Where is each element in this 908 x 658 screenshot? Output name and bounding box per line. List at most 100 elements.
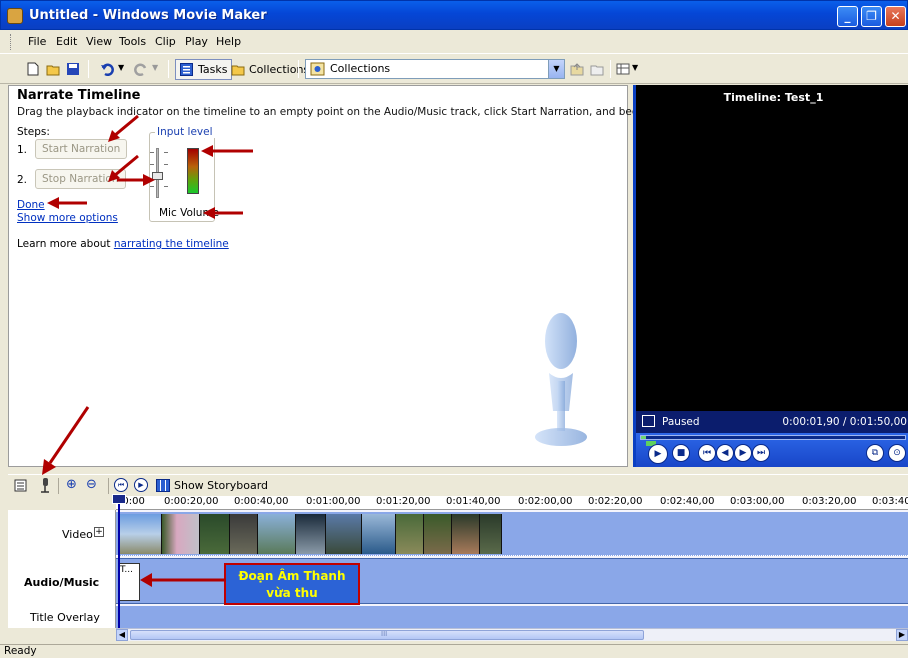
movie-maker-icon	[7, 8, 23, 24]
menu-file[interactable]: File	[28, 35, 46, 48]
set-audio-levels-icon[interactable]	[14, 479, 27, 492]
new-folder-icon[interactable]	[590, 62, 604, 76]
audio-track-label: Audio/Music	[24, 576, 100, 589]
show-storyboard-button[interactable]: Show Storyboard	[174, 479, 268, 492]
storyboard-icon[interactable]	[156, 479, 170, 492]
zoom-in-icon[interactable]: ⊕	[66, 477, 77, 492]
menu-play[interactable]: Play	[185, 35, 208, 48]
show-more-options-link[interactable]: Show more options	[17, 212, 118, 224]
rewind-timeline-icon[interactable]: ⏮	[114, 478, 128, 492]
pane-title: Narrate Timeline	[17, 88, 141, 103]
narrate-timeline-pane: Narrate Timeline Drag the playback indic…	[8, 85, 730, 467]
redo-dropdown-icon[interactable]: ▼	[152, 63, 158, 72]
undo-icon[interactable]	[100, 62, 114, 76]
video-clip-thumbnail[interactable]	[424, 514, 452, 554]
step1-number: 1.	[17, 144, 28, 156]
annotation-arrow	[47, 197, 87, 209]
input-level-meter	[187, 148, 199, 194]
forward-button[interactable]: ▶	[734, 444, 752, 462]
open-project-icon[interactable]	[46, 62, 60, 76]
video-clip-thumbnail[interactable]	[326, 514, 362, 554]
timeline-scrollbar[interactable]: ◀ III ▶	[116, 628, 908, 641]
mic-volume-slider-thumb[interactable]	[152, 172, 163, 180]
new-project-icon[interactable]	[26, 62, 40, 76]
close-button[interactable]: ✕	[885, 6, 906, 27]
previous-frame-button[interactable]: ⏮	[698, 444, 716, 462]
chevron-down-icon[interactable]: ▼	[548, 60, 564, 78]
narrate-microphone-icon[interactable]	[38, 478, 52, 493]
scrollbar-thumb[interactable]: III	[130, 630, 644, 640]
window-title: Untitled - Windows Movie Maker	[29, 8, 267, 23]
steps-label: Steps:	[17, 126, 50, 138]
monitor-mode-icon[interactable]	[642, 415, 655, 427]
ruler-tick-label: 0:01:40,00	[446, 496, 501, 507]
menu-help[interactable]: Help	[216, 35, 241, 48]
collections-select[interactable]: Collections ▼	[305, 59, 565, 79]
play-timeline-icon[interactable]: ▶	[134, 478, 148, 492]
collections-label: Collections	[249, 63, 310, 76]
minimize-button[interactable]: _	[837, 6, 858, 27]
scroll-grip: III	[381, 630, 388, 638]
stop-narration-button[interactable]: Stop Narration	[35, 169, 126, 189]
learn-more-prefix: Learn more about	[17, 238, 114, 250]
tasks-label: Tasks	[198, 63, 228, 76]
scroll-left-icon[interactable]: ◀	[116, 629, 128, 641]
video-clip-thumbnail[interactable]	[362, 514, 396, 554]
done-link[interactable]: Done	[17, 199, 45, 211]
views-icon[interactable]	[616, 62, 630, 76]
playback-indicator[interactable]	[118, 494, 120, 628]
slider-tick	[164, 186, 168, 187]
menu-edit[interactable]: Edit	[56, 35, 77, 48]
take-picture-button[interactable]: ⊙	[888, 444, 906, 462]
menu-view[interactable]: View	[86, 35, 112, 48]
split-clip-button[interactable]: ⧉	[866, 444, 884, 462]
menu-tools[interactable]: Tools	[119, 35, 146, 48]
recorded-audio-callout: Đoạn Âm Thanh vừa thu	[224, 563, 360, 605]
menu-clip[interactable]: Clip	[155, 35, 176, 48]
video-track[interactable]	[116, 512, 908, 556]
collections-button[interactable]: Collections	[226, 59, 314, 80]
expand-icon[interactable]: +	[94, 527, 104, 537]
undo-dropdown-icon[interactable]: ▼	[118, 63, 124, 72]
save-project-icon[interactable]	[66, 62, 80, 76]
video-clip-thumbnail[interactable]	[258, 514, 296, 554]
restore-button[interactable]: ❐	[861, 6, 882, 27]
video-clip-thumbnail[interactable]	[396, 514, 424, 554]
video-clip-thumbnail[interactable]	[200, 514, 230, 554]
video-clip-thumbnail[interactable]	[162, 514, 200, 554]
ruler-tick-label: 0:01:20,00	[376, 496, 431, 507]
toolbar: ▼ ▼ Tasks Collections Collections ▼ ▼	[0, 55, 908, 84]
tasks-button[interactable]: Tasks	[175, 59, 233, 80]
ruler-tick-label: 0:03:00,00	[730, 496, 785, 507]
video-clip-thumbnail[interactable]	[480, 514, 502, 554]
video-clip-thumbnail[interactable]	[230, 514, 258, 554]
next-frame-button[interactable]: ⏭	[752, 444, 770, 462]
play-button[interactable]: ▶	[648, 444, 668, 464]
scroll-right-icon[interactable]: ▶	[896, 629, 908, 641]
narrating-timeline-link[interactable]: narrating the timeline	[114, 238, 229, 250]
seek-bar[interactable]	[640, 435, 906, 440]
views-dropdown-icon[interactable]: ▼	[632, 63, 638, 72]
playback-indicator-handle[interactable]	[112, 494, 126, 504]
grip-handle[interactable]	[10, 34, 12, 50]
timeline-toolbar: ⊕ ⊖ ⏮ ▶ Show Storyboard	[8, 406, 908, 496]
title-overlay-track[interactable]	[116, 606, 908, 628]
title-bar: Untitled - Windows Movie Maker _ ❐ ✕	[0, 0, 908, 30]
ruler-tick-label: 0:02:40,00	[660, 496, 715, 507]
start-narration-button[interactable]: Start Narration	[35, 139, 128, 159]
video-clip-thumbnail[interactable]	[452, 514, 480, 554]
folder-icon	[231, 65, 245, 76]
zoom-out-icon[interactable]: ⊖	[86, 477, 97, 492]
toolbar-separator	[58, 478, 59, 494]
video-clip-thumbnail[interactable]	[118, 514, 162, 554]
mic-volume-label: Mic Volume	[159, 207, 220, 219]
title-overlay-track-label: Title Overlay	[30, 611, 100, 624]
toolbar-separator	[610, 60, 611, 78]
video-clip-thumbnail[interactable]	[296, 514, 326, 554]
narration-audio-clip[interactable]: T...	[118, 563, 140, 601]
up-folder-icon[interactable]	[570, 62, 584, 76]
stop-button[interactable]: ■	[672, 444, 690, 462]
redo-icon[interactable]	[134, 62, 148, 76]
timeline-ruler[interactable]: 00:00 0:00:20,00 0:00:40,00 0:01:00,00 0…	[116, 496, 908, 510]
back-button[interactable]: ◀	[716, 444, 734, 462]
